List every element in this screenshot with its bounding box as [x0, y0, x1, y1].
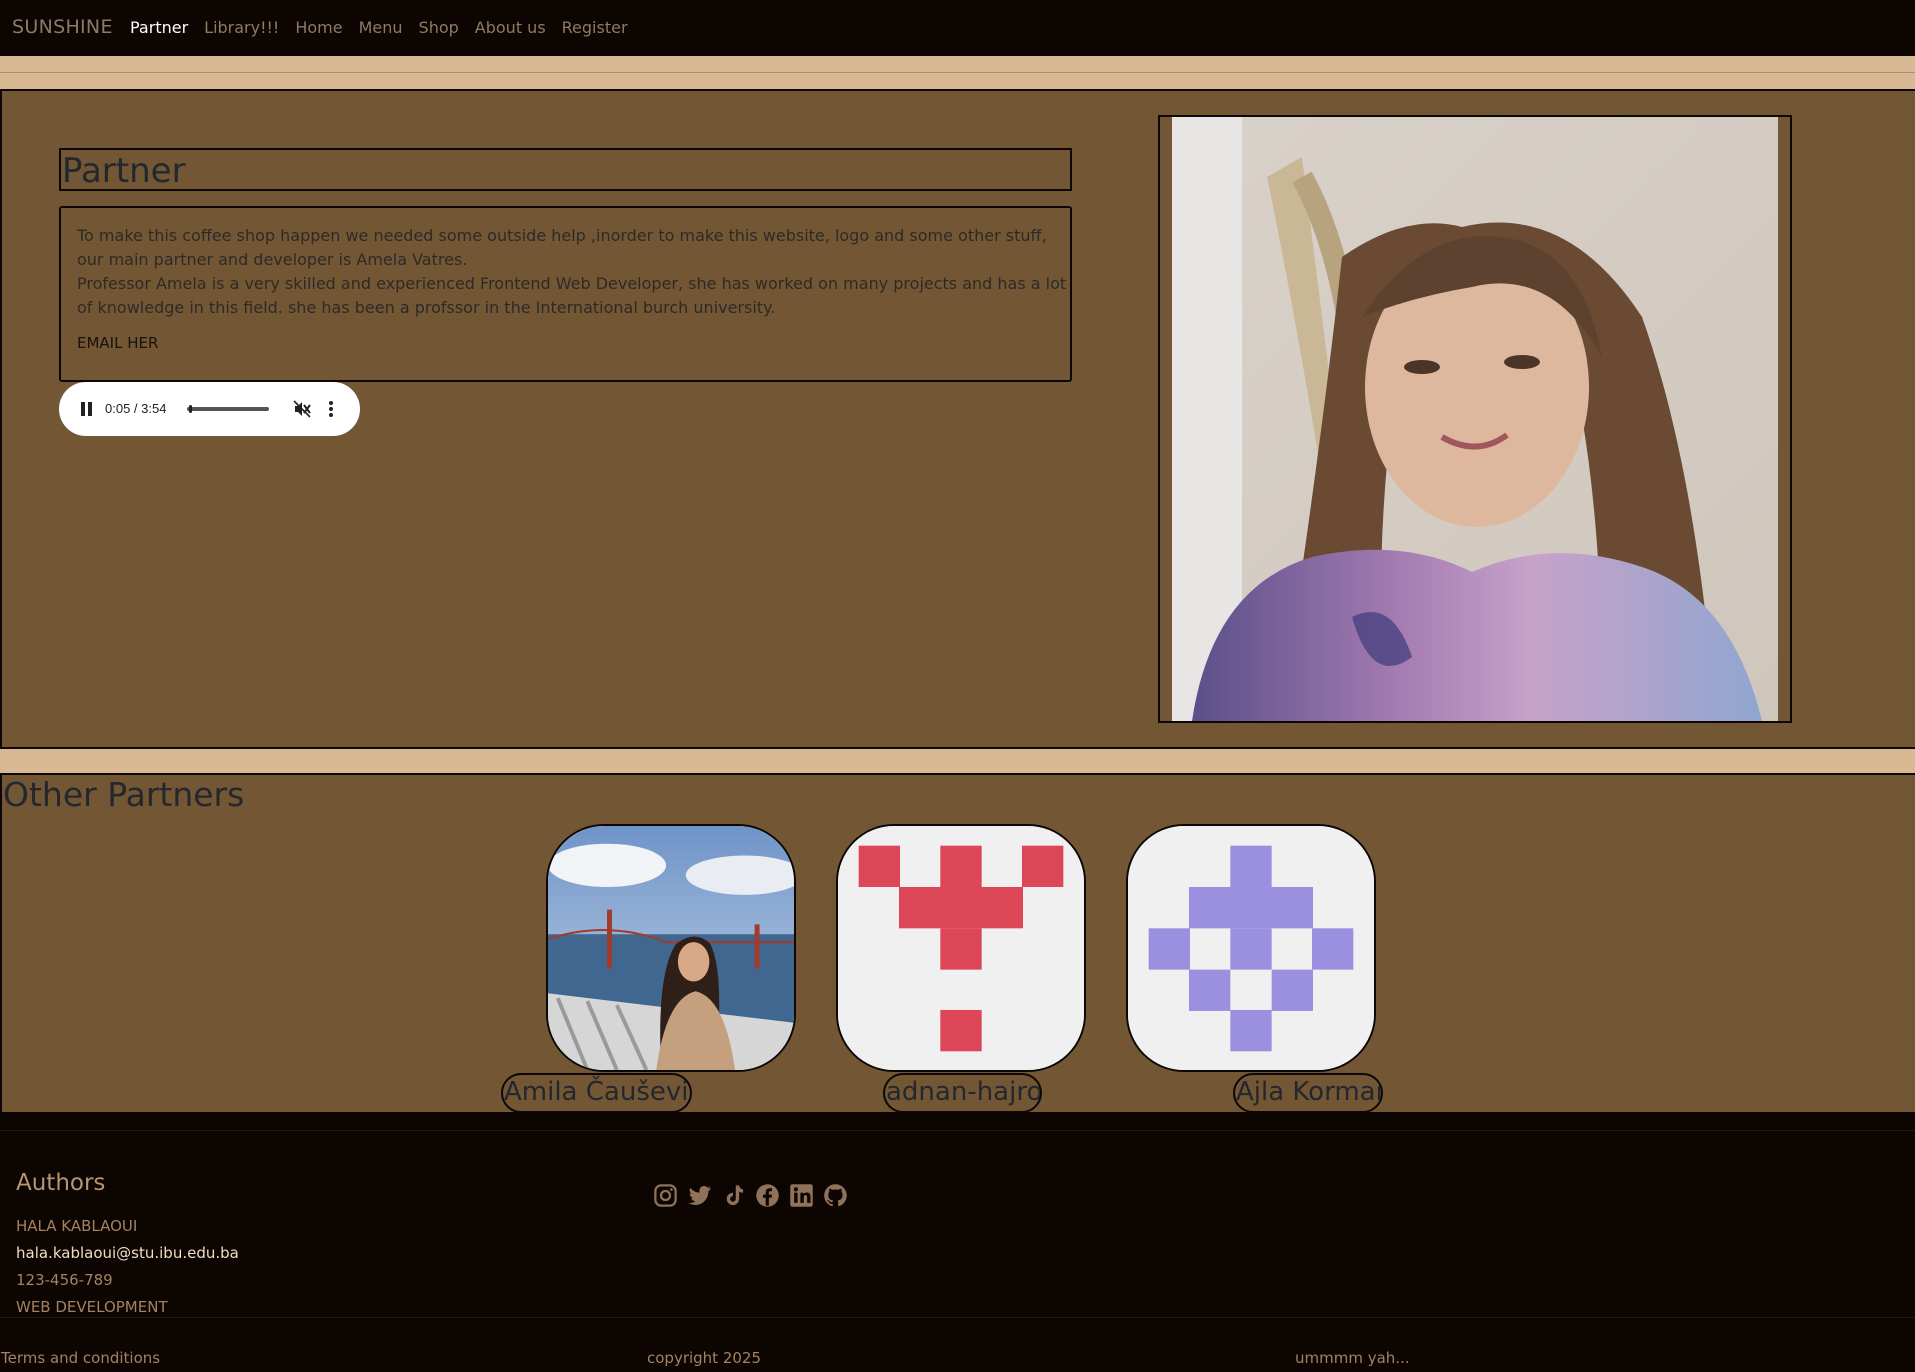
- pause-icon[interactable]: [81, 402, 93, 416]
- tiktok-icon[interactable]: [720, 1182, 747, 1209]
- audio-player: 0:05 / 3:54: [59, 382, 360, 436]
- more-options-icon[interactable]: [328, 399, 334, 419]
- audio-progress-slider[interactable]: [187, 405, 269, 413]
- nav-links: Partner Library!!! Home Menu Shop About …: [130, 18, 628, 37]
- author-course: WEB DEVELOPMENT: [16, 1298, 168, 1316]
- email-her-link[interactable]: EMAIL HER: [77, 334, 158, 352]
- nav-link-home[interactable]: Home: [295, 18, 342, 37]
- authors-title: Authors: [16, 1170, 106, 1196]
- nav-link-shop[interactable]: Shop: [419, 18, 459, 37]
- partner-avatar-ajla[interactable]: [1126, 824, 1376, 1072]
- tagline-text: ummmm yah...: [1295, 1349, 1410, 1367]
- nav-link-partner[interactable]: Partner: [130, 18, 188, 37]
- github-icon[interactable]: [822, 1182, 849, 1209]
- divider: [0, 72, 1915, 73]
- social-links: [652, 1182, 849, 1209]
- author-email-link[interactable]: hala.kablaoui@stu.ibu.edu.ba: [16, 1244, 239, 1262]
- copyright-text: copyright 2025: [647, 1349, 762, 1367]
- page-title: Partner: [62, 151, 186, 191]
- brand-logo[interactable]: SUNSHINE: [12, 16, 113, 38]
- muted-speaker-icon[interactable]: [292, 399, 312, 419]
- instagram-icon[interactable]: [652, 1182, 679, 1209]
- nav-link-about[interactable]: About us: [475, 18, 546, 37]
- partner-name-adnan[interactable]: adnan-hajro: [883, 1073, 1042, 1113]
- partner-name-ajla[interactable]: Ajla Korman: [1233, 1073, 1383, 1113]
- author-name: HALA KABLAOUI: [16, 1217, 138, 1235]
- section-title: Other Partners: [3, 775, 245, 814]
- partner-section: Partner To make this coffee shop happen …: [0, 89, 1915, 749]
- other-partners-section: Other Partners Amila Čaušević adnan-hajr…: [0, 773, 1915, 1114]
- footer-divider-bottom: [0, 1317, 1915, 1318]
- navbar: SUNSHINE Partner Library!!! Home Menu Sh…: [0, 0, 1915, 56]
- partner-photo-frame: [1158, 115, 1792, 723]
- author-phone: 123-456-789: [16, 1271, 113, 1289]
- partner-avatar-amila[interactable]: [546, 824, 796, 1072]
- terms-link[interactable]: Terms and conditions: [1, 1349, 160, 1367]
- description-paragraph-2: Professor Amela is a very skilled and ex…: [77, 274, 1067, 317]
- partner-description-box: To make this coffee shop happen we neede…: [59, 206, 1072, 382]
- partner-avatar-adnan[interactable]: [836, 824, 1086, 1072]
- description-paragraph-1: To make this coffee shop happen we neede…: [77, 226, 1047, 269]
- partner-title-box: Partner: [59, 148, 1072, 191]
- progress-thumb[interactable]: [188, 405, 192, 413]
- linkedin-icon[interactable]: [788, 1182, 815, 1209]
- nav-link-menu[interactable]: Menu: [359, 18, 403, 37]
- twitter-icon[interactable]: [686, 1182, 713, 1209]
- partner-description: To make this coffee shop happen we neede…: [77, 224, 1067, 320]
- footer-divider: [0, 1130, 1915, 1131]
- audio-time: 0:05 / 3:54: [105, 401, 167, 416]
- nav-link-register[interactable]: Register: [562, 18, 628, 37]
- partner-name-amila[interactable]: Amila Čaušević: [501, 1073, 692, 1113]
- partner-photo: [1172, 117, 1778, 721]
- footer: Authors HALA KABLAOUI hala.kablaoui@stu.…: [0, 1112, 1915, 1372]
- facebook-icon[interactable]: [754, 1182, 781, 1209]
- nav-link-library[interactable]: Library!!!: [204, 18, 279, 37]
